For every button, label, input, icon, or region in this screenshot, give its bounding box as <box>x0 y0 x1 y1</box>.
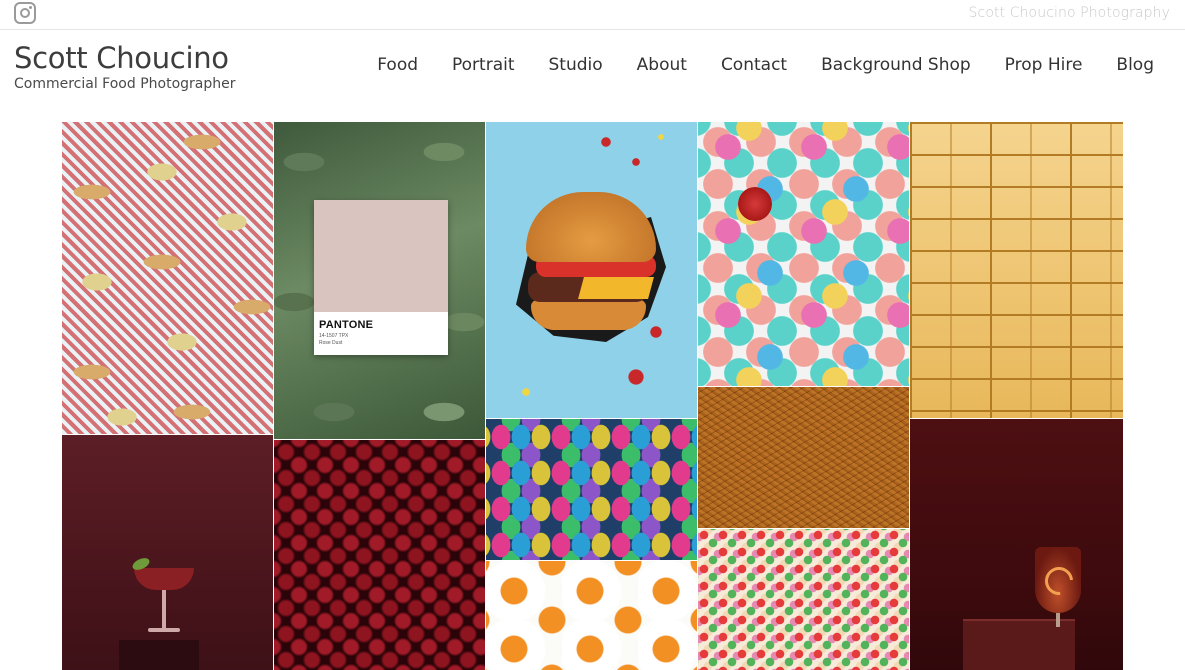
pantone-color-name: Rose Dust <box>319 340 343 346</box>
photo-sprinkles[interactable] <box>698 529 909 670</box>
site-tagline: Commercial Food Photographer <box>14 76 236 92</box>
photo-burger[interactable] <box>486 122 697 418</box>
photo-sage-pantone[interactable]: PANTONE 14-1507 TPX Rose Dust <box>274 122 485 439</box>
brand[interactable]: Scott Choucino Commercial Food Photograp… <box>14 42 236 93</box>
photo-easter-eggs[interactable] <box>486 419 697 560</box>
nav-prop-hire[interactable]: Prop Hire <box>1005 55 1083 75</box>
photo-cocktail-umbrellas[interactable] <box>698 122 909 386</box>
photo-hotdogs-fries[interactable] <box>62 122 273 434</box>
nav-contact[interactable]: Contact <box>721 55 787 75</box>
photo-cocktail-glass[interactable] <box>62 435 273 670</box>
site-title[interactable]: Scott Choucino <box>14 42 236 74</box>
photo-cherries[interactable] <box>274 440 485 670</box>
nav-background-shop[interactable]: Background Shop <box>821 55 971 75</box>
pantone-swatch <box>314 200 448 312</box>
nav-studio[interactable]: Studio <box>549 55 603 75</box>
wine-glass-stem <box>1056 613 1060 627</box>
photo-fried-egg-sweets[interactable] <box>486 561 697 670</box>
burger-cheese <box>578 277 654 299</box>
photo-wine-glass[interactable] <box>910 419 1123 670</box>
burger-bottom-bun <box>531 300 646 330</box>
instagram-lens <box>20 8 30 18</box>
site-label[interactable]: Scott Choucino Photography <box>969 5 1170 21</box>
cocktail-plinth <box>119 640 199 670</box>
pantone-brand: PANTONE <box>319 319 374 331</box>
nav-portrait[interactable]: Portrait <box>452 55 515 75</box>
pantone-card: PANTONE 14-1507 TPX Rose Dust <box>314 200 448 355</box>
photo-white-chocolate[interactable] <box>910 122 1123 418</box>
instagram-dot <box>29 6 32 9</box>
pantone-code: 14-1507 TPX <box>319 333 349 339</box>
burger-top-bun <box>526 192 656 262</box>
cocktail-glass-base <box>148 628 180 632</box>
photo-rice[interactable] <box>698 387 909 528</box>
instagram-icon[interactable] <box>14 2 36 24</box>
nav-blog[interactable]: Blog <box>1116 55 1154 75</box>
cocktail-glass-bowl <box>134 568 194 590</box>
cocktail-glass-stem <box>162 590 166 628</box>
main-nav: Food Portrait Studio About Contact Backg… <box>343 55 1154 75</box>
top-bar: Scott Choucino Photography <box>0 0 1185 30</box>
photo-gallery: PANTONE 14-1507 TPX Rose Dust <box>62 122 1123 670</box>
nav-about[interactable]: About <box>637 55 687 75</box>
nav-food[interactable]: Food <box>377 55 418 75</box>
